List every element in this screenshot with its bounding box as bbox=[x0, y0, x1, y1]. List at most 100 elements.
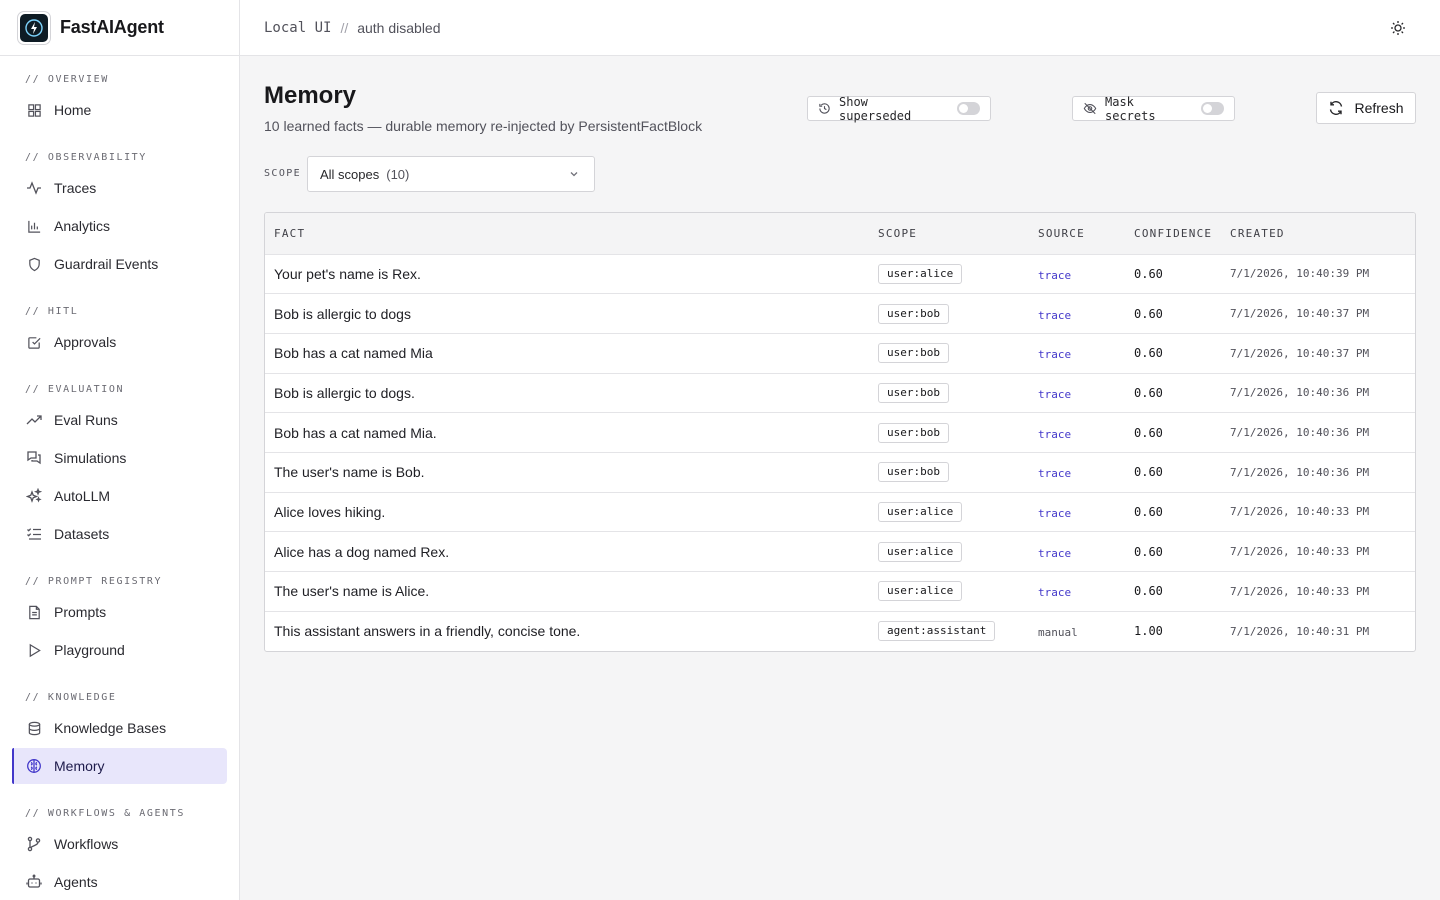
column-header-created[interactable]: CREATED bbox=[1230, 213, 1415, 255]
table-row[interactable]: The user's name is Bob. user:bob trace 0.60… bbox=[265, 452, 1415, 493]
scope-badge: user:bob bbox=[878, 462, 949, 483]
scope-label: SCOPE bbox=[264, 168, 302, 179]
confidence-cell: 1.00 bbox=[1134, 624, 1163, 639]
mask-secrets-label: Mask secrets bbox=[1105, 94, 1156, 123]
lightning-icon bbox=[20, 13, 48, 42]
source-trace-link[interactable]: trace bbox=[1038, 309, 1071, 322]
source-trace-link[interactable]: trace bbox=[1038, 269, 1071, 282]
source-cell[interactable]: trace bbox=[1038, 572, 1134, 612]
fact-cell: Your pet's name is Rex. bbox=[274, 265, 421, 282]
sidebar-item-approvals[interactable]: Approvals bbox=[12, 324, 227, 360]
sidebar-item-label: Prompts bbox=[54, 604, 107, 620]
facts-table: FACT SCOPE SOURCE CONFIDENCE CREATED You… bbox=[264, 212, 1416, 652]
table-row[interactable]: Your pet's name is Rex. user:alice trace 0.… bbox=[265, 254, 1415, 294]
confidence-cell: 0.60 bbox=[1134, 465, 1163, 480]
sidebar-item-prompts[interactable]: Prompts bbox=[12, 594, 227, 630]
sidebar-item-label: Analytics bbox=[54, 218, 111, 234]
fact-cell: Bob is allergic to dogs bbox=[274, 305, 411, 322]
sidebar-item-label: Knowledge Bases bbox=[54, 720, 167, 736]
theme-toggle-button[interactable] bbox=[1388, 18, 1408, 38]
source-cell[interactable]: trace bbox=[1038, 254, 1134, 294]
table-row[interactable]: The user's name is Alice. user:alice trace… bbox=[265, 572, 1415, 612]
sidebar-item-analytics[interactable]: Analytics bbox=[12, 208, 227, 244]
column-header-source[interactable]: SOURCE bbox=[1038, 213, 1134, 255]
breadcrumb-separator: // bbox=[340, 19, 349, 36]
sidebar-item-label: AutoLLM bbox=[54, 488, 111, 504]
source-trace-link[interactable]: trace bbox=[1038, 547, 1071, 560]
table-row[interactable]: Bob has a cat named Mia. user:bob trace 0.6… bbox=[265, 413, 1415, 453]
created-cell: 7/1/2026, 10:40:31 PM bbox=[1230, 624, 1370, 638]
source-cell[interactable]: trace bbox=[1038, 333, 1134, 373]
chevron-down-icon bbox=[568, 168, 580, 180]
sidebar-item-eval-runs[interactable]: Eval Runs bbox=[12, 402, 227, 438]
table-row[interactable]: Bob is allergic to dogs user:bob trace 0.60… bbox=[265, 294, 1415, 334]
column-header-scope[interactable]: SCOPE bbox=[878, 213, 1038, 255]
source-cell[interactable]: trace bbox=[1038, 452, 1134, 492]
scope-cell: user:alice bbox=[878, 254, 1038, 294]
sidebar-item-home[interactable]: Home bbox=[12, 92, 227, 128]
play-icon bbox=[26, 642, 42, 658]
app-name: FastAIAgent bbox=[60, 17, 164, 37]
source-cell[interactable]: trace bbox=[1038, 492, 1134, 532]
column-header-confidence[interactable]: CONFIDENCE bbox=[1134, 213, 1230, 255]
sidebar-item-autollm[interactable]: AutoLLM bbox=[12, 478, 227, 514]
scope-badge: user:bob bbox=[878, 422, 949, 443]
sidebar-item-label: Simulations bbox=[54, 450, 127, 466]
table-row[interactable]: Bob is allergic to dogs. user:bob trace 0.6… bbox=[265, 373, 1415, 413]
scope-badge: user:alice bbox=[878, 581, 963, 602]
source-trace-link[interactable]: trace bbox=[1038, 586, 1071, 599]
sidebar-item-label: Workflows bbox=[54, 836, 119, 852]
source-cell[interactable]: trace bbox=[1038, 532, 1134, 572]
show-superseded-toggle[interactable]: Show superseded bbox=[807, 95, 991, 123]
sidebar-section-evaluation: // EVALUATION bbox=[25, 383, 125, 395]
environment-label: Local UI bbox=[264, 19, 332, 36]
fact-cell: The user's name is Bob. bbox=[274, 464, 425, 481]
source-cell[interactable]: trace bbox=[1038, 413, 1134, 453]
scope-badge: agent:assistant bbox=[878, 621, 996, 642]
source-trace-link[interactable]: trace bbox=[1038, 348, 1071, 361]
fact-cell: Alice loves hiking. bbox=[274, 503, 386, 520]
source-cell[interactable]: trace bbox=[1038, 294, 1134, 334]
refresh-button[interactable]: Refresh bbox=[1316, 92, 1416, 124]
sidebar-item-playground[interactable]: Playground bbox=[12, 632, 227, 668]
refresh-label: Refresh bbox=[1354, 100, 1404, 116]
sidebar-item-label: Traces bbox=[54, 180, 97, 196]
column-header-fact[interactable]: FACT bbox=[265, 213, 878, 255]
scope-count: (10) bbox=[386, 166, 410, 182]
table-row[interactable]: Bob has a cat named Mia user:bob trace 0.60… bbox=[265, 333, 1415, 374]
sidebar-item-label: Eval Runs bbox=[54, 412, 118, 428]
source-trace-link[interactable]: trace bbox=[1038, 428, 1071, 441]
trending-up-icon bbox=[26, 412, 42, 428]
source-trace-link[interactable]: trace bbox=[1038, 507, 1071, 520]
source-trace-link[interactable]: trace bbox=[1038, 388, 1071, 401]
sidebar-item-traces[interactable]: Traces bbox=[12, 170, 227, 206]
sidebar-item-knowledge-bases[interactable]: Knowledge Bases bbox=[12, 710, 227, 746]
brand[interactable]: FastAIAgent bbox=[0, 0, 239, 56]
show-superseded-switch[interactable] bbox=[956, 102, 980, 115]
confidence-cell: 0.60 bbox=[1134, 504, 1163, 519]
sidebar-item-memory[interactable]: Memory bbox=[12, 748, 227, 784]
sidebar-item-agents[interactable]: Agents bbox=[12, 864, 227, 900]
table-row[interactable]: Alice loves hiking. user:alice trace 0.60 7/… bbox=[265, 492, 1415, 532]
table-row[interactable]: This assistant answers in a friendly, co… bbox=[265, 611, 1415, 651]
sidebar-item-workflows[interactable]: Workflows bbox=[12, 826, 227, 862]
sidebar-item-simulations[interactable]: Simulations bbox=[12, 440, 227, 476]
sidebar-item-guardrail-events[interactable]: Guardrail Events bbox=[12, 246, 227, 282]
sidebar-item-datasets[interactable]: Datasets bbox=[12, 516, 227, 552]
source-trace-link[interactable]: trace bbox=[1038, 467, 1071, 480]
bot-icon bbox=[26, 874, 42, 890]
table-row[interactable]: Alice has a dog named Rex. user:alice trac… bbox=[265, 532, 1415, 572]
scope-badge: user:bob bbox=[878, 382, 949, 403]
confidence-cell: 0.60 bbox=[1134, 346, 1163, 361]
source-cell[interactable]: trace bbox=[1038, 373, 1134, 413]
mask-secrets-switch[interactable] bbox=[1200, 102, 1224, 115]
table-header-row: FACT SCOPE SOURCE CONFIDENCE CREATED bbox=[265, 213, 1415, 255]
confidence-cell: 0.60 bbox=[1134, 425, 1163, 440]
list-checks-icon bbox=[26, 526, 42, 542]
scope-select[interactable]: All scopes (10) bbox=[307, 156, 595, 192]
fact-cell: Alice has a dog named Rex. bbox=[274, 543, 450, 560]
scope-cell: user:bob bbox=[878, 333, 1038, 373]
mask-secrets-toggle[interactable]: Mask secrets bbox=[1072, 94, 1235, 123]
